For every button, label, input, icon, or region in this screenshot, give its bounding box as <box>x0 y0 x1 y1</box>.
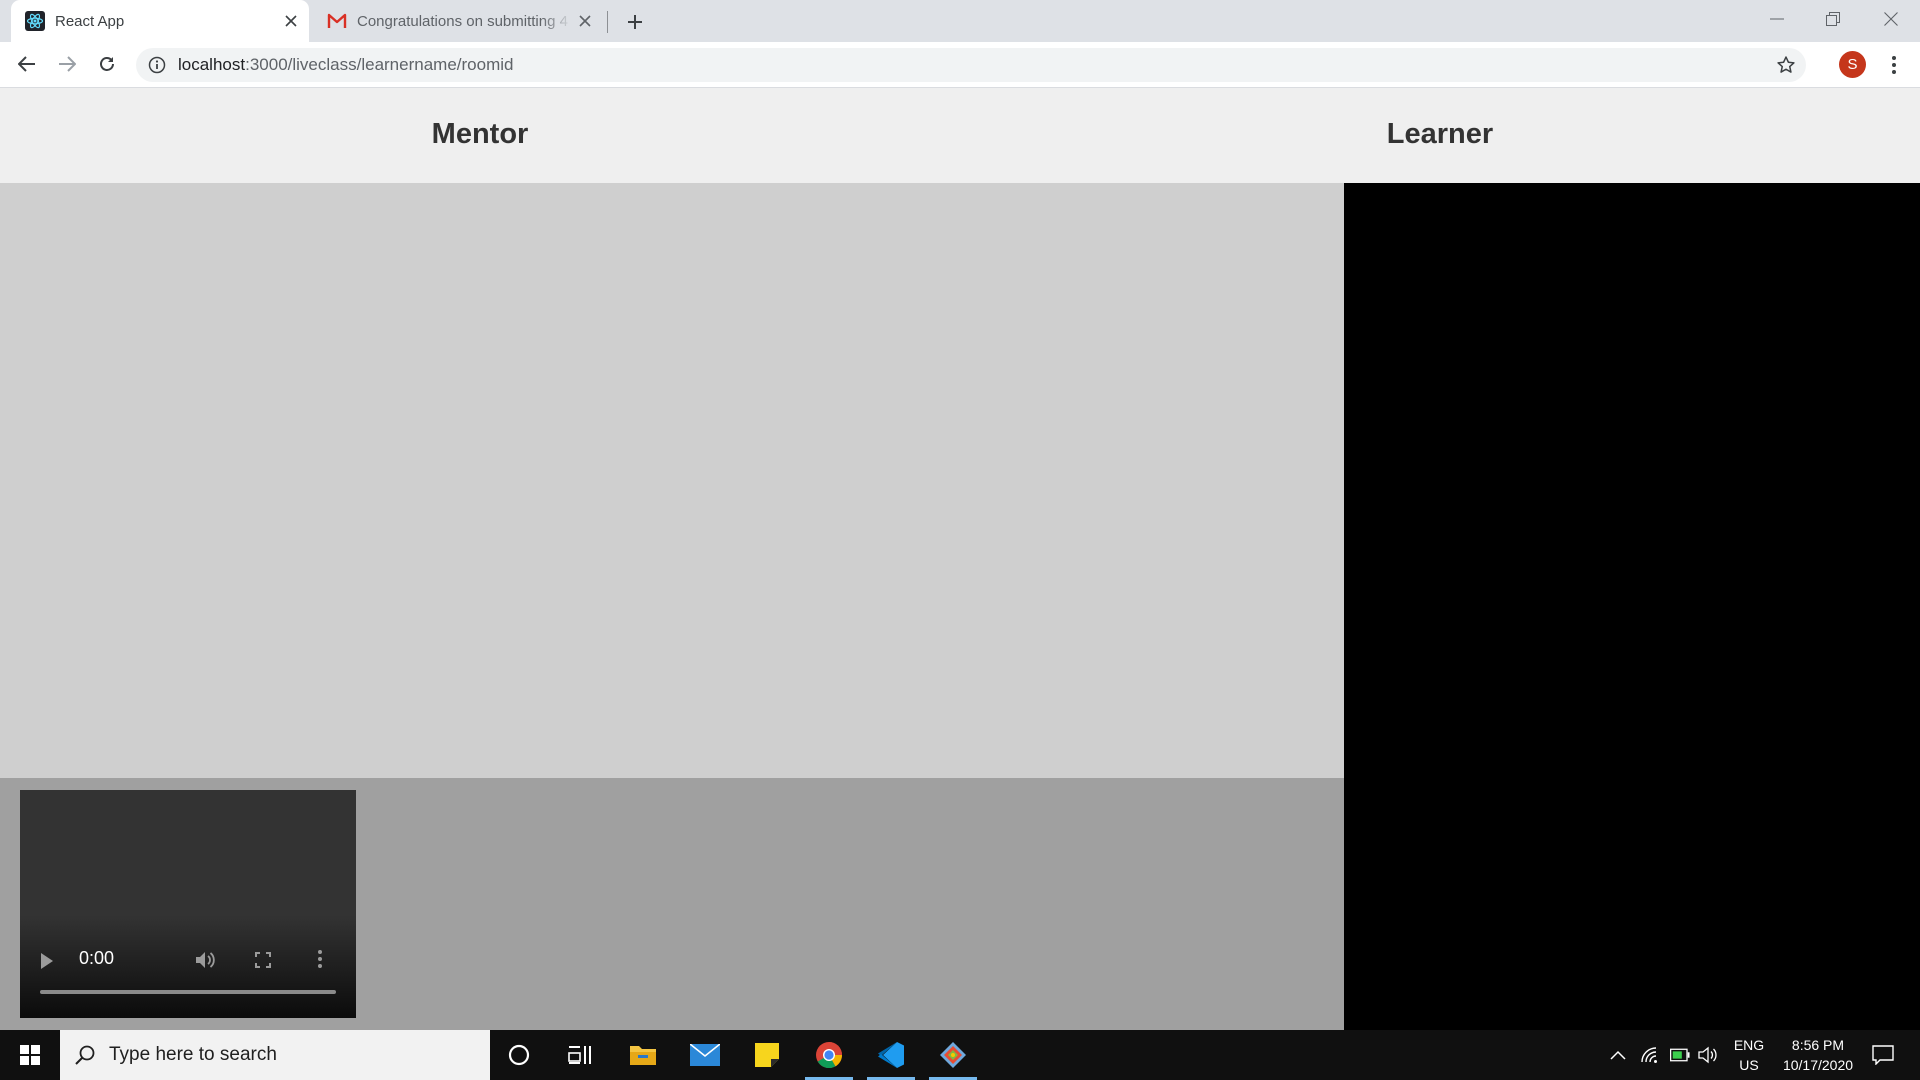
tab-divider <box>607 11 608 33</box>
url-path: :3000/liveclass/learnername/roomid <box>245 55 514 74</box>
profile-avatar[interactable]: S <box>1839 51 1866 78</box>
info-icon <box>148 56 166 74</box>
more-vert-icon <box>1892 56 1896 74</box>
notification-icon <box>1872 1045 1894 1065</box>
search-icon <box>75 1045 95 1065</box>
region-code: US <box>1739 1057 1759 1073</box>
mentor-video-area <box>0 183 1344 778</box>
cortana-icon[interactable] <box>490 1030 548 1080</box>
video-time: 0:00 <box>79 948 115 968</box>
clock-time: 8:56 PM <box>1791 1037 1845 1053</box>
fullscreen-icon <box>255 952 271 968</box>
reload-button[interactable] <box>92 49 122 79</box>
play-icon <box>41 953 53 969</box>
chevron-up-icon[interactable] <box>1608 1045 1628 1065</box>
git-icon[interactable] <box>924 1030 982 1080</box>
back-button[interactable] <box>12 49 42 79</box>
video-surface <box>20 790 356 1018</box>
learner-video <box>1344 183 1920 1030</box>
browser-menu-button[interactable] <box>1880 50 1908 80</box>
reload-icon <box>100 57 114 71</box>
gmail-icon <box>327 11 347 31</box>
browser-toolbar: localhost:3000/liveclass/learnername/roo… <box>0 42 1920 88</box>
file-explorer-icon[interactable] <box>614 1030 672 1080</box>
close-icon <box>1884 12 1898 26</box>
chrome-icon[interactable] <box>800 1030 858 1080</box>
new-tab-button[interactable] <box>622 9 648 35</box>
close-tab-icon[interactable] <box>573 9 597 33</box>
address-bar[interactable]: localhost:3000/liveclass/learnername/roo… <box>136 48 1806 82</box>
video-options-button[interactable] <box>318 950 322 973</box>
fullscreen-button[interactable] <box>255 952 271 973</box>
search-placeholder: Type here to search <box>109 1044 277 1065</box>
video-progress-bar[interactable] <box>40 990 336 994</box>
mute-button[interactable] <box>195 950 217 975</box>
task-view-icon[interactable] <box>551 1030 609 1080</box>
close-tab-icon[interactable] <box>279 9 303 33</box>
mentor-heading: Mentor <box>431 118 529 150</box>
restore-button[interactable] <box>1810 4 1856 34</box>
restore-icon <box>1826 12 1840 26</box>
language-code: ENG <box>1733 1037 1765 1053</box>
start-button[interactable] <box>1 1030 59 1080</box>
plus-icon <box>628 15 642 29</box>
sticky-notes-icon[interactable] <box>738 1030 796 1080</box>
system-clock[interactable]: 8:56 PM 10/17/2020 <box>1770 1035 1866 1075</box>
windows-taskbar: Type here to search ENG US 8:56 PM 10/17… <box>0 1030 1920 1080</box>
vscode-icon[interactable] <box>862 1030 920 1080</box>
windows-logo-icon <box>20 1045 40 1065</box>
star-icon <box>1777 56 1795 73</box>
url-text: localhost:3000/liveclass/learnername/roo… <box>178 48 513 82</box>
browser-tab-strip: React App Congratulations on submitting … <box>0 0 1920 42</box>
tab-title: React App <box>55 12 125 30</box>
local-video-player[interactable]: 0:00 <box>20 790 356 1018</box>
forward-button[interactable] <box>52 49 82 79</box>
notification-center-button[interactable] <box>1868 1040 1898 1070</box>
bookmark-star-button[interactable] <box>1774 53 1798 77</box>
arrow-left-icon <box>18 56 35 72</box>
arrow-right-icon <box>59 56 76 72</box>
volume-icon[interactable] <box>1698 1045 1718 1065</box>
clock-date: 10/17/2020 <box>1782 1057 1854 1073</box>
react-icon <box>25 11 45 31</box>
learner-heading: Learner <box>1386 118 1494 150</box>
minimize-button[interactable] <box>1754 4 1800 34</box>
tab-gmail[interactable]: Congratulations on submitting 4 <box>313 0 603 42</box>
more-vert-icon <box>318 950 322 968</box>
play-button[interactable] <box>40 952 54 975</box>
volume-icon <box>196 952 215 968</box>
minimize-icon <box>1770 18 1784 20</box>
mail-icon[interactable] <box>676 1030 734 1080</box>
live-class-page: Mentor Learner 0:00 <box>0 88 1920 1030</box>
taskbar-search-box[interactable]: Type here to search <box>60 1030 490 1080</box>
language-indicator[interactable]: ENG US <box>1725 1035 1773 1075</box>
tab-react-app[interactable]: React App <box>11 0 309 42</box>
tab-title: Congratulations on submitting 4 <box>357 12 568 30</box>
url-host: localhost <box>178 55 246 74</box>
wifi-icon[interactable] <box>1640 1045 1660 1065</box>
battery-icon[interactable] <box>1670 1045 1690 1065</box>
close-window-button[interactable] <box>1868 4 1914 34</box>
